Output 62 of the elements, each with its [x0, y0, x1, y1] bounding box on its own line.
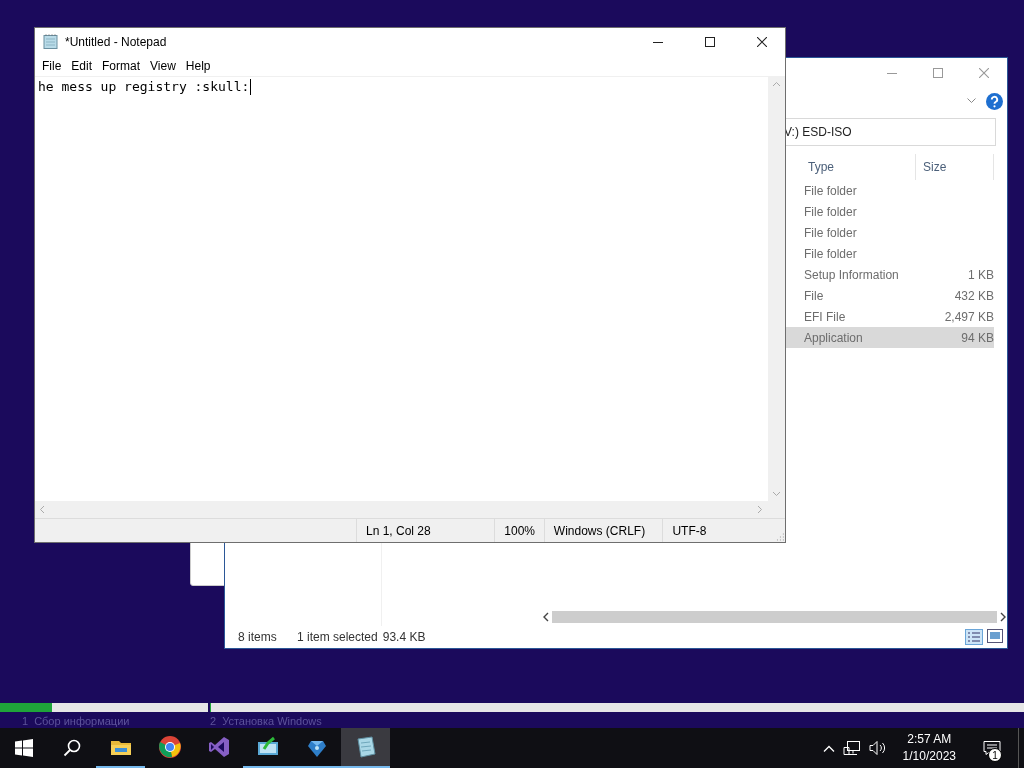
chevron-icon[interactable] — [967, 98, 976, 104]
close-icon[interactable] — [757, 37, 767, 47]
scrollbar-thumb[interactable] — [552, 611, 997, 623]
taskbar-app[interactable] — [341, 728, 390, 768]
selection-count: 1 item selected — [297, 630, 378, 644]
file-row[interactable]: File 432 KB — [786, 285, 994, 306]
volume-icon[interactable] — [868, 740, 887, 756]
clock-date[interactable]: 1/10/2023 — [902, 748, 956, 765]
file-row[interactable]: Application 94 KB — [786, 327, 994, 348]
column-header[interactable]: Type — [802, 154, 916, 180]
file-row[interactable]: File folder — [786, 180, 994, 201]
file-type: Setup Information — [803, 267, 900, 282]
clock-time[interactable]: 2:57 AM — [907, 731, 952, 748]
notepad-icon — [43, 34, 59, 50]
file-size: 2,497 KB — [943, 309, 994, 324]
resize-grip-icon[interactable] — [775, 532, 785, 542]
windows-logo-icon — [15, 739, 33, 757]
file-row[interactable]: Setup Information 1 KB — [786, 264, 994, 285]
step-number: 2 — [210, 715, 217, 727]
file-row[interactable]: EFI File 2,497 KB — [786, 306, 994, 327]
menu-item[interactable]: Help — [180, 59, 216, 73]
file-type: File folder — [803, 183, 858, 198]
large-icons-view-icon[interactable] — [987, 629, 1003, 643]
file-type: Application — [803, 330, 864, 345]
file-row[interactable]: File folder — [786, 222, 994, 243]
step-label: Сбор информации — [34, 715, 130, 727]
studio-icon — [206, 735, 231, 759]
file-type: File folder — [803, 204, 858, 219]
selection-size: 93.4 KB — [382, 630, 426, 644]
file-size: 432 KB — [953, 288, 994, 303]
text-cursor — [250, 79, 252, 95]
step-label: Установка Windows — [222, 715, 322, 727]
file-type: EFI File — [803, 309, 847, 324]
chevron-up-icon[interactable] — [822, 744, 835, 752]
file-row[interactable]: File folder — [786, 243, 994, 264]
file-row[interactable]: File folder — [786, 201, 994, 222]
network-icon[interactable] — [842, 740, 861, 756]
menu-item[interactable]: Format — [97, 59, 146, 73]
file-size: 1 KB — [967, 267, 994, 282]
column-header[interactable]: Size — [916, 154, 994, 180]
status-text: Windows (CRLF) — [543, 519, 663, 542]
file-type: File folder — [803, 246, 858, 261]
step-number: 1 — [22, 715, 29, 727]
scroll-left-icon[interactable] — [542, 612, 550, 622]
status-text: 100% — [494, 519, 544, 542]
scroll-right-icon[interactable] — [999, 612, 1007, 622]
status-text: UTF-8 — [662, 519, 776, 542]
status-text: Ln 1, Col 28 — [356, 519, 495, 542]
menu-item[interactable]: File — [37, 59, 67, 73]
window-title: *Untitled - Notepad — [65, 35, 168, 49]
file-size: 94 KB — [960, 330, 994, 345]
document-text[interactable]: he mess up registry :skull: — [38, 79, 250, 94]
notification-badge: 1 — [988, 748, 1002, 762]
help-icon[interactable] — [986, 92, 1003, 110]
file-type: File folder — [803, 225, 858, 240]
menu-item[interactable]: View — [145, 59, 181, 73]
menu-item[interactable]: Edit — [66, 59, 98, 73]
search-icon[interactable] — [63, 739, 81, 757]
maximize-icon[interactable] — [705, 37, 715, 47]
item-count: 8 items — [238, 630, 278, 644]
file-type: File — [803, 288, 825, 303]
browser-icon — [157, 735, 182, 759]
